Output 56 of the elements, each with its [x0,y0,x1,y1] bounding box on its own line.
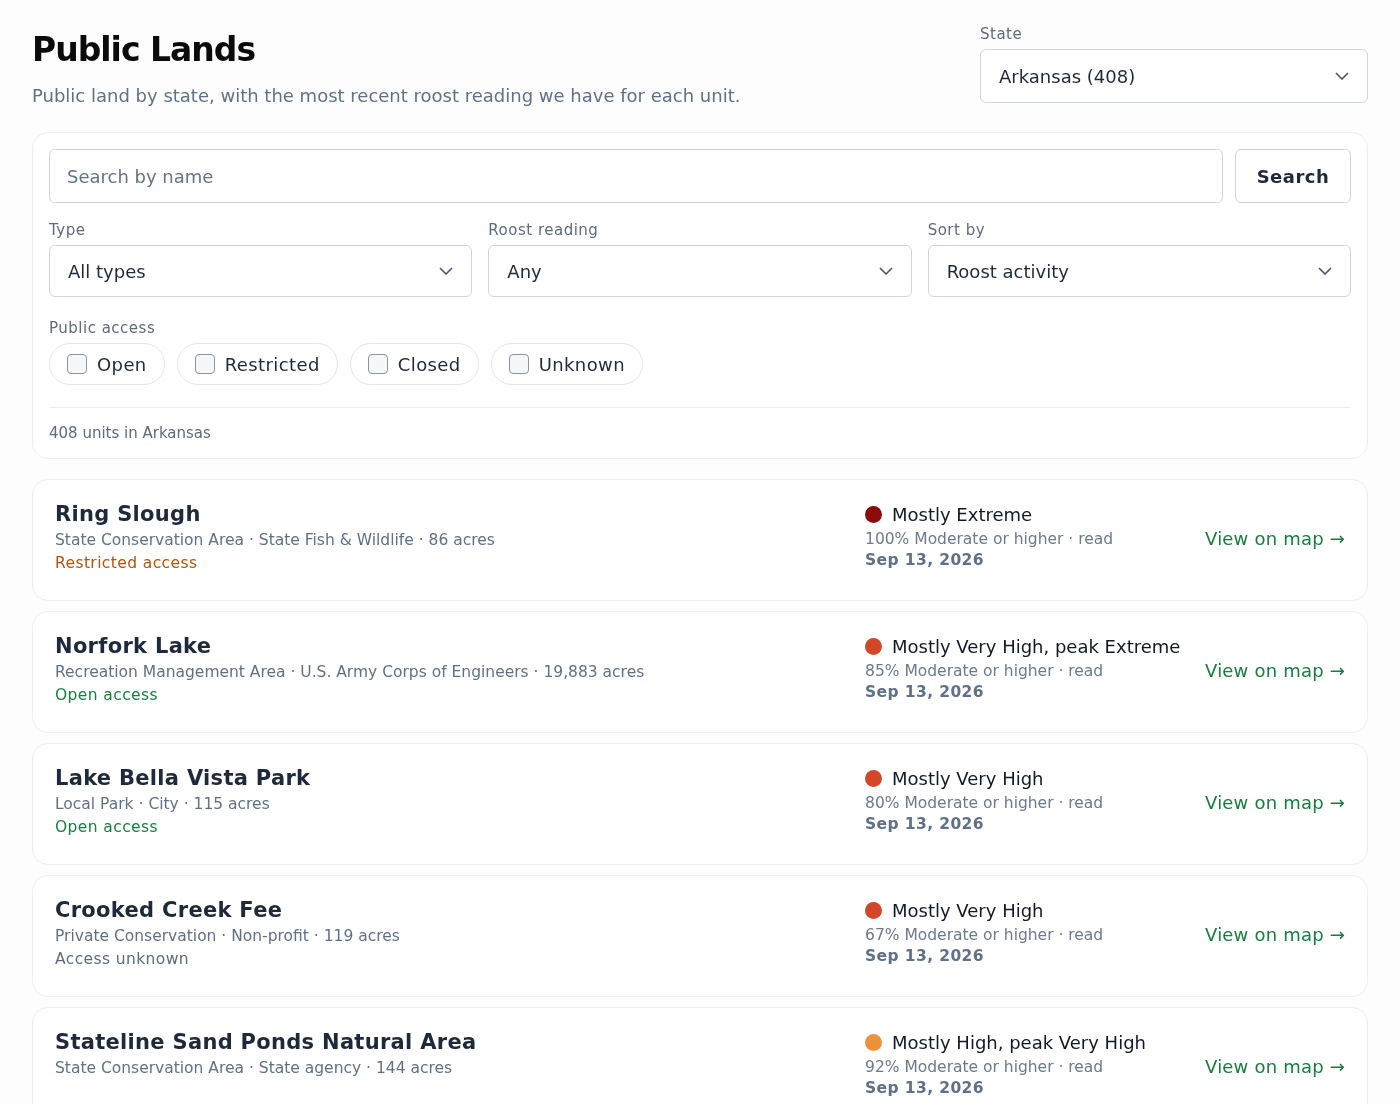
field-label: Type [49,221,87,239]
chevron-down-icon [439,267,454,275]
checkbox[interactable] [367,354,388,374]
reading-detail: 85% Moderate or higher · read [865,662,1105,680]
reading-detail: 100% Moderate or higher · read [865,530,1115,548]
checkbox[interactable] [67,354,87,374]
chevron-down-icon [878,267,893,275]
unit-details: Recreation Management Area · U.S. Army Corps of Engineers · 19,883 acres [55,663,646,681]
roost-reading: Mostly Very High [892,768,1044,789]
chevron-down-icon [1318,267,1332,275]
unit-name: Crooked Creek Fee [55,898,284,922]
access-status: Access unknown [55,950,191,968]
unit-details: State Conservation Area · State Fish & Wildlife · 86 acres [55,531,496,549]
access-status: Open access [55,686,159,704]
access-status: Open access [55,818,159,836]
unit-name: Lake Bella Vista Park [55,766,312,790]
reading-detail: 92% Moderate or higher · read [865,1058,1105,1076]
reading-detail: 80% Moderate or higher · read [865,794,1105,812]
page-title: Public Lands [32,30,257,69]
dropdown[interactable]: Roost activity [927,245,1351,297]
reading-date: Sep 13, 2026 [865,815,985,833]
view-on-map-link[interactable]: View on map → [1205,528,1345,549]
dropdown[interactable]: Arkansas (408) [980,49,1368,103]
unit-name: Ring Slough [55,502,202,526]
view-on-map-link[interactable]: View on map → [1205,1056,1345,1077]
field-label: Roost reading [488,221,600,239]
dropdown[interactable]: All types [49,245,473,297]
checkbox[interactable] [508,354,529,374]
reading-date: Sep 13, 2026 [865,551,985,569]
field-label: State [980,25,1024,43]
unit-details: State Conservation Area · State agency · 144 acres [55,1059,454,1077]
roost-reading: Mostly Very High [892,900,1044,921]
view-on-map-link[interactable]: View on map → [1205,792,1345,813]
roost-reading: Mostly Extreme [892,504,1033,525]
reading-date: Sep 13, 2026 [865,947,985,965]
result-count: 408 units in Arkansas [49,424,212,442]
dropdown[interactable]: Any [488,245,912,297]
checkbox[interactable] [194,354,215,374]
roost-reading: Mostly Very High, peak Extreme [892,636,1181,657]
chevron-down-icon [1335,72,1349,80]
reading-date: Sep 13, 2026 [865,683,985,701]
field-label: Public access [49,319,157,337]
access-status: Restricted access [55,554,199,572]
view-on-map-link[interactable]: View on map → [1205,660,1345,681]
roost-reading: Mostly High, peak Very High [892,1032,1146,1053]
search-button[interactable]: Search [1235,149,1351,203]
view-on-map-link[interactable]: View on map → [1205,924,1345,945]
field-label: Sort by [927,221,987,239]
unit-details: Local Park · City · 115 acres [55,795,271,813]
search-field[interactable]: Search by name [49,149,1223,203]
page-subtitle: Public land by state, with the most recent roost reading we have for each unit. [32,85,741,106]
unit-details: Private Conservation · Non-profit · 119 acres [55,927,401,945]
unit-name: Norfork Lake [55,634,213,658]
reading-detail: 67% Moderate or higher · read [865,926,1105,944]
reading-date: Sep 13, 2026 [865,1079,985,1097]
unit-name: Stateline Sand Ponds Natural Area [55,1030,478,1054]
